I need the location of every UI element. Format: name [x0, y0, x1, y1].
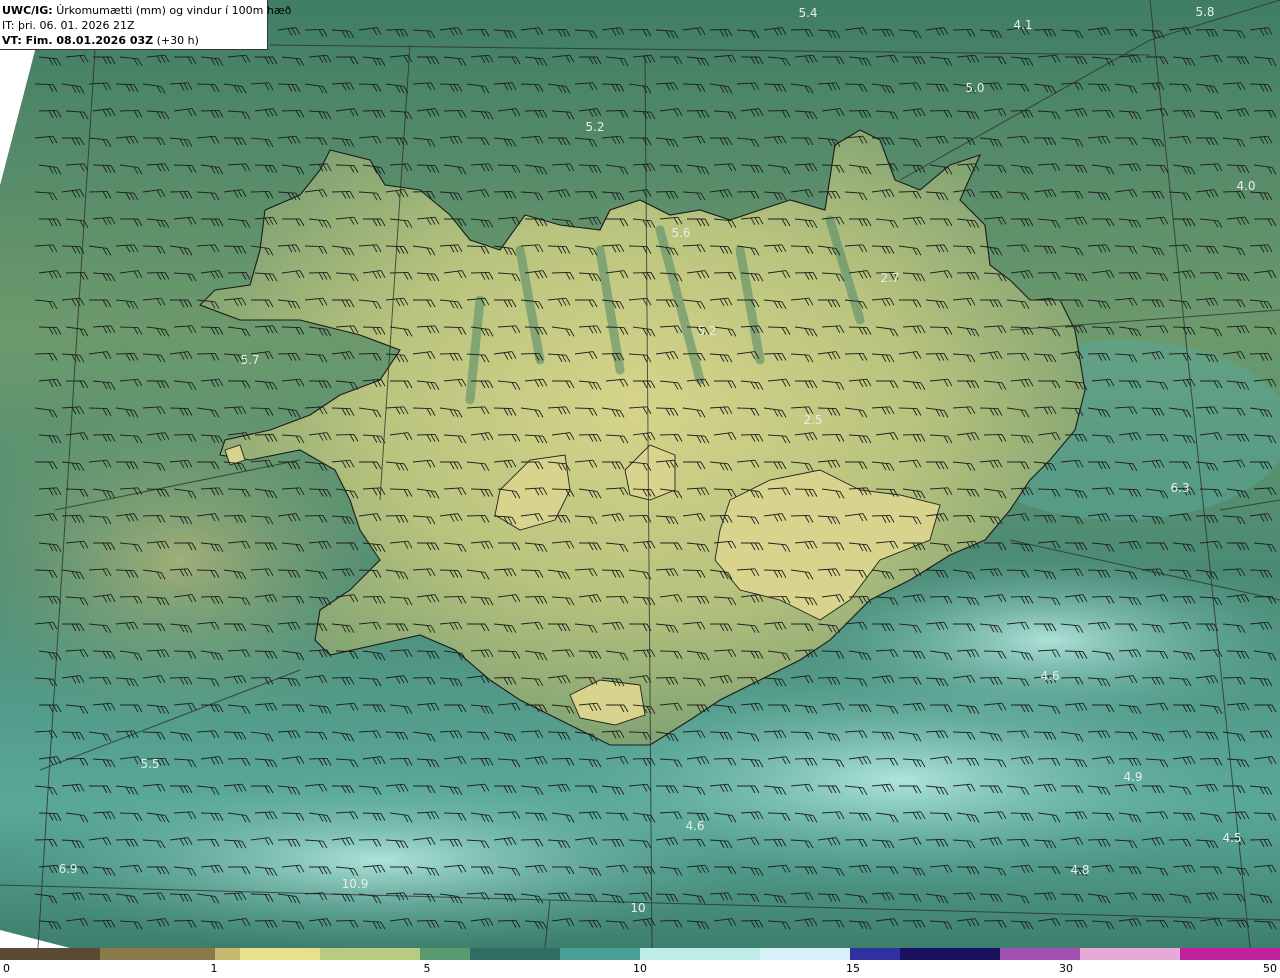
- colorbar-segment: [420, 948, 471, 960]
- map-value-label: 2.5: [803, 413, 823, 427]
- colorbar-segment: [1080, 948, 1181, 960]
- product-code: UWC/IG:: [2, 4, 53, 17]
- colorbar-segment: [760, 948, 851, 960]
- colorbar-segment: [1180, 948, 1280, 960]
- colorbar-segment: [470, 948, 561, 960]
- map-value-label: 5.2: [585, 120, 605, 134]
- map-value-label: 5.7: [240, 353, 260, 367]
- map-value-label: 5.5: [140, 757, 160, 771]
- map-value-label: 4.0: [1236, 179, 1256, 193]
- colorbar: [0, 948, 1280, 960]
- issue-time: IT: þri. 06. 01. 2026 21Z: [2, 19, 135, 32]
- colorbar-segment: [240, 948, 321, 960]
- colorbar-segment: [850, 948, 901, 960]
- map-value-label: 5.6: [671, 226, 691, 240]
- colorbar-segment: [560, 948, 641, 960]
- map-value-label: 4.6: [685, 819, 705, 833]
- colorbar-tick-label: 1: [210, 962, 218, 975]
- colorbar-tick-label: 30: [1059, 962, 1073, 975]
- colorbar-segment: [640, 948, 761, 960]
- map-value-label: 5.4: [798, 6, 818, 20]
- colorbar-segment: [100, 948, 216, 960]
- colorbar-segment: [320, 948, 421, 960]
- map-header: UWC/IG: Úrkomumætti (mm) og vindur í 100…: [0, 0, 291, 50]
- colorbar-segment: [900, 948, 1001, 960]
- colorbar-tick-label: 10: [633, 962, 647, 975]
- map-value-label: 6.9: [58, 862, 78, 876]
- map-value-label: 4.1: [1013, 18, 1033, 32]
- valid-time: VT: Fim. 08.01.2026 03Z: [2, 34, 154, 47]
- weather-map: [0, 0, 1280, 948]
- map-value-label: 2.7: [880, 271, 900, 285]
- colorbar-ticks: 0 1 5 10 15 30 50: [0, 960, 1280, 978]
- colorbar-segment: [215, 948, 241, 960]
- map-value-label: 4.5: [1222, 831, 1242, 845]
- colorbar-segment: [0, 948, 101, 960]
- map-value-label: 5.8: [1195, 5, 1215, 19]
- map-value-label: 10.9: [341, 877, 369, 891]
- colorbar-tick-label: 15: [846, 962, 860, 975]
- map-value-label: 5.0: [965, 81, 985, 95]
- colorbar-segment: [1000, 948, 1081, 960]
- map-value-label: 10: [630, 901, 646, 915]
- colorbar-tick-label: 0: [3, 962, 10, 975]
- product-description: Úrkomumætti (mm) og vindur í 100m hæð: [56, 4, 292, 17]
- map-value-label: 4.8: [1070, 863, 1090, 877]
- colorbar-tick-label: 50: [1263, 962, 1277, 975]
- colorbar-tick-label: 5: [423, 962, 431, 975]
- map-value-label: 4.9: [1123, 770, 1143, 784]
- map-value-label: 5.2: [697, 324, 717, 338]
- map-value-label: 6.3: [1170, 481, 1190, 495]
- forecast-lead: (+30 h): [156, 34, 199, 47]
- map-value-label: 4.6: [1040, 669, 1060, 683]
